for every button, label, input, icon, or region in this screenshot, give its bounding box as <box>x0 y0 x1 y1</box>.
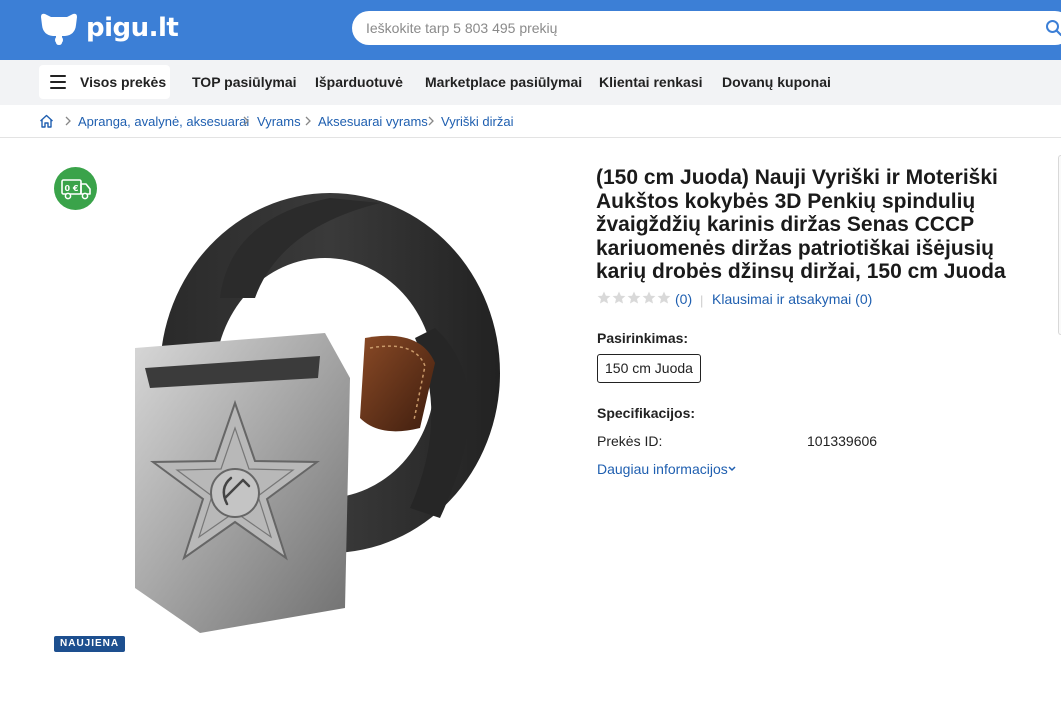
logo-text: pigu.lt <box>86 13 179 43</box>
logo[interactable]: pigu.lt <box>38 11 179 45</box>
breadcrumb-item-clothing[interactable]: Apranga, avalynė, aksesuarai <box>78 114 249 129</box>
chevron-right-icon <box>243 116 249 126</box>
breadcrumb-item-men-belts[interactable]: Vyriški diržai <box>441 114 513 129</box>
all-products-button[interactable]: Visos prekės <box>39 65 170 99</box>
product-title: (150 cm Juoda) Nauji Vyriški ir Moterišk… <box>596 166 1006 283</box>
nav-item-sale[interactable]: Išparduotuvė <box>315 74 403 90</box>
star-icon <box>627 291 641 304</box>
new-badge: NAUJIENA <box>54 636 126 652</box>
svg-text:0 €: 0 € <box>65 184 79 193</box>
chevron-right-icon <box>305 116 311 126</box>
logo-icon <box>41 13 77 45</box>
variant-option-button[interactable]: 150 cm Juoda <box>597 354 701 383</box>
spec-key-product-id: Prekės ID: <box>597 433 663 449</box>
all-products-label: Visos prekės <box>80 74 167 90</box>
home-icon[interactable] <box>39 114 54 128</box>
search-bar <box>352 11 1061 45</box>
divider: | <box>700 293 704 308</box>
star-icon <box>597 291 611 304</box>
star-icon <box>612 291 626 304</box>
search-icon[interactable] <box>1045 19 1061 37</box>
header: pigu.lt <box>0 0 1061 60</box>
breadcrumb: Apranga, avalynė, aksesuarai Vyrams Akse… <box>0 105 1061 138</box>
spec-value-product-id: 101339606 <box>807 433 878 449</box>
chevron-down-icon[interactable] <box>727 465 737 473</box>
breadcrumb-item-men[interactable]: Vyrams <box>257 114 301 129</box>
more-info-link[interactable]: Daugiau informacijos <box>597 461 728 477</box>
qa-link[interactable]: Klausimai ir atsakymai (0) <box>712 291 872 307</box>
product-rating: (0) | Klausimai ir atsakymai (0) <box>597 291 872 308</box>
star-icon <box>657 291 671 304</box>
star-icon <box>642 291 656 304</box>
specifications-label: Specifikacijos: <box>597 405 696 421</box>
nav-item-customers-choose[interactable]: Klientai renkasi <box>599 74 703 90</box>
chevron-right-icon <box>65 116 71 126</box>
nav-item-gift-coupons[interactable]: Dovanų kuponai <box>722 74 831 90</box>
selection-label: Pasirinkimas: <box>597 330 689 346</box>
nav-item-marketplace[interactable]: Marketplace pasiūlymai <box>425 74 582 90</box>
nav-item-top-offers[interactable]: TOP pasiūlymai <box>192 74 297 90</box>
breadcrumb-item-men-accessories[interactable]: Aksesuarai vyrams <box>318 114 428 129</box>
chevron-right-icon <box>428 116 434 126</box>
menu-icon <box>50 75 66 89</box>
main-nav: Visos prekės TOP pasiūlymai Išparduotuvė… <box>0 60 1061 105</box>
product-image[interactable] <box>80 188 510 638</box>
rating-count-link[interactable]: (0) <box>675 291 692 307</box>
search-input[interactable] <box>352 11 1061 45</box>
